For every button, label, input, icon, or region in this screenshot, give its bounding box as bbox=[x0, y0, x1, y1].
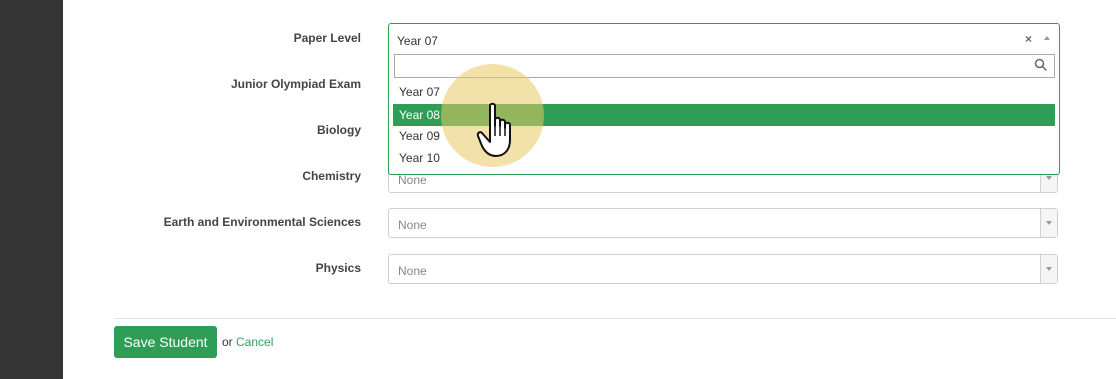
dropdown-option-year-07[interactable]: Year 07 bbox=[393, 81, 1055, 103]
label-physics: Physics bbox=[315, 261, 361, 275]
dropdown-search-input[interactable] bbox=[399, 55, 1023, 77]
chevron-down-icon bbox=[1040, 209, 1057, 237]
cancel-link[interactable]: Cancel bbox=[236, 335, 273, 349]
physics-select-value: None bbox=[398, 264, 427, 278]
form-divider bbox=[114, 318, 1116, 319]
chevron-down-icon bbox=[1040, 255, 1057, 283]
label-chemistry: Chemistry bbox=[302, 169, 361, 183]
clear-icon[interactable]: × bbox=[1025, 32, 1032, 46]
earth-environmental-select[interactable]: None bbox=[388, 208, 1058, 238]
earth-select-value: None bbox=[398, 218, 427, 232]
chemistry-select-value: None bbox=[398, 173, 427, 187]
physics-select[interactable]: None bbox=[388, 254, 1058, 284]
or-label: or bbox=[222, 335, 233, 349]
dropdown-search[interactable] bbox=[394, 54, 1055, 78]
search-icon bbox=[1034, 58, 1048, 72]
paper-level-selected-value: Year 07 bbox=[397, 34, 438, 48]
dropdown-option-year-09[interactable]: Year 09 bbox=[393, 125, 1055, 147]
label-biology: Biology bbox=[317, 123, 361, 137]
dropdown-option-year-10[interactable]: Year 10 bbox=[393, 147, 1055, 169]
or-cancel-text: or Cancel bbox=[222, 335, 273, 349]
label-earth-environmental-sciences: Earth and Environmental Sciences bbox=[163, 215, 361, 229]
save-student-button[interactable]: Save Student bbox=[114, 326, 217, 358]
paper-level-select[interactable]: Year 07 × Year 07 Year 08 Year 09 Year 1… bbox=[388, 23, 1060, 175]
label-paper-level: Paper Level bbox=[293, 31, 361, 45]
dropdown-option-year-08[interactable]: Year 08 bbox=[393, 104, 1055, 126]
label-junior-olympiad-exam: Junior Olympiad Exam bbox=[230, 77, 361, 91]
sidebar bbox=[0, 0, 63, 379]
chevron-up-icon[interactable] bbox=[1044, 36, 1050, 40]
